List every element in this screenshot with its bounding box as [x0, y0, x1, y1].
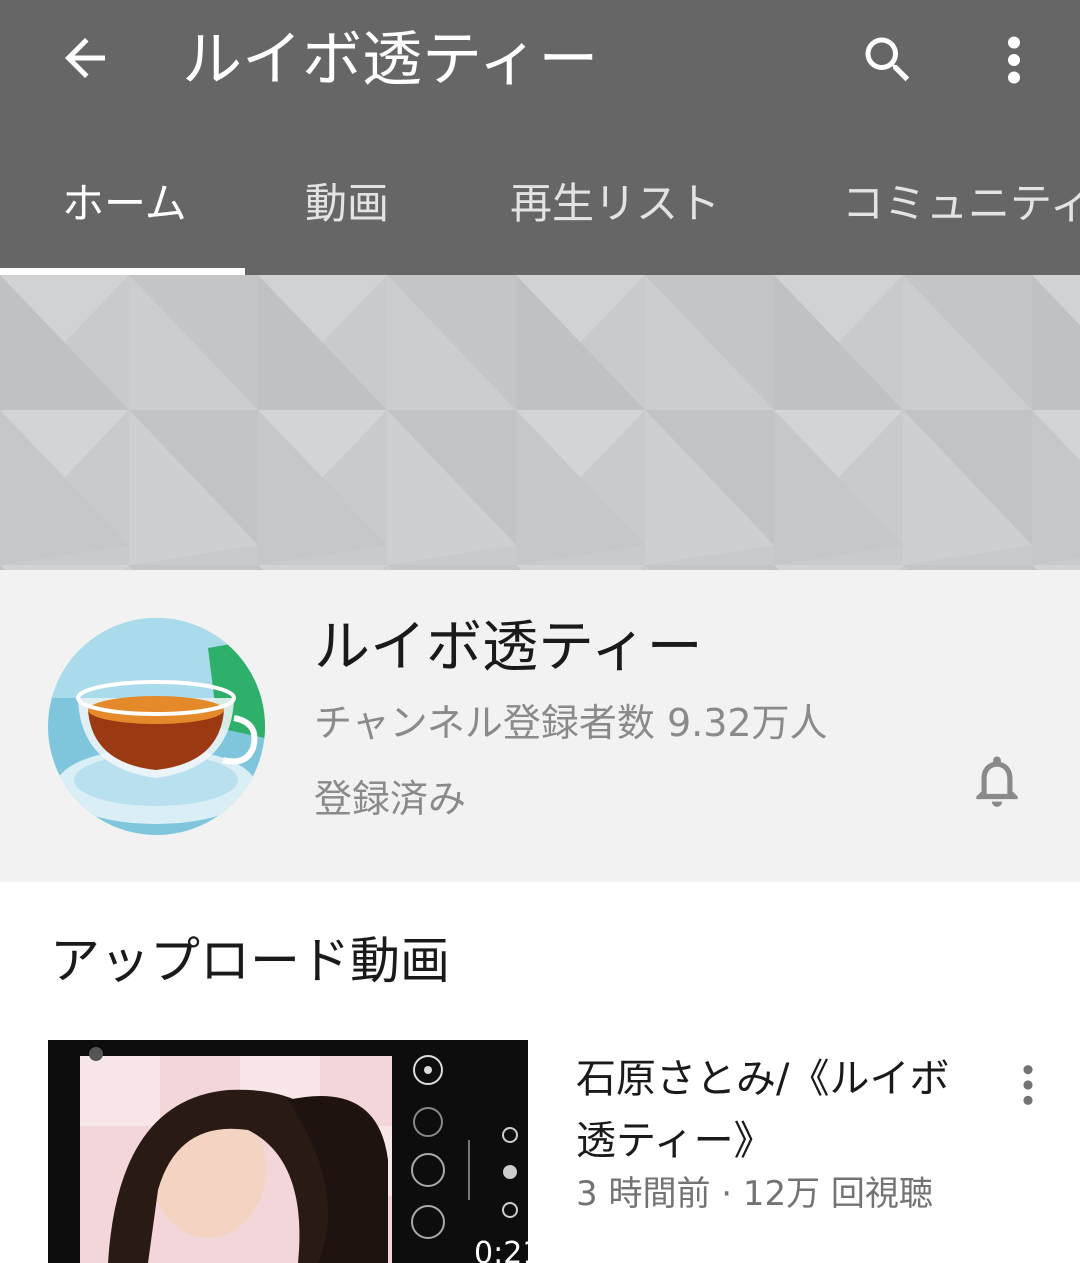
more-options-button[interactable]: [994, 30, 1034, 90]
banner-pattern: [0, 275, 1080, 570]
video-list-item[interactable]: 0:21 石原さとみ/《ルイボ透ティー》 3 時間前 · 12万 回視聴: [0, 1040, 1080, 1263]
more-vert-icon: [1008, 36, 1020, 84]
tab-videos[interactable]: 動画: [305, 174, 389, 234]
notification-bell-button[interactable]: [966, 748, 1028, 814]
tab-playlists[interactable]: 再生リスト: [510, 174, 720, 234]
channel-header: ルイボ透ティー チャンネル登録者数 9.32万人 登録済み: [0, 570, 1080, 882]
video-duration: 0:21: [474, 1236, 528, 1263]
video-title[interactable]: 石原さとみ/《ルイボ透ティー》: [576, 1048, 956, 1172]
search-icon: [865, 37, 910, 82]
app-bar: ルイボ透ティー ホーム 動画 再生リスト コミュニティ: [0, 0, 1080, 275]
tea-cup-avatar: [48, 618, 265, 835]
back-button[interactable]: [55, 28, 115, 88]
tab-community[interactable]: コミュニティ: [842, 174, 1080, 234]
search-button[interactable]: [858, 30, 918, 90]
channel-banner: [0, 275, 1080, 570]
subscribed-button[interactable]: 登録済み: [314, 772, 466, 826]
active-tab-indicator: [0, 268, 245, 275]
thumbnail-image: [48, 1040, 528, 1263]
video-thumbnail[interactable]: 0:21: [48, 1040, 528, 1263]
channel-avatar[interactable]: [48, 618, 265, 835]
channel-name: ルイボ透ティー: [314, 615, 703, 680]
bell-icon: [976, 756, 1018, 807]
tab-home[interactable]: ホーム: [62, 174, 187, 234]
subscriber-count: チャンネル登録者数 9.32万人: [314, 701, 828, 745]
video-more-button[interactable]: [1010, 1062, 1046, 1108]
channel-tabs: ホーム 動画 再生リスト コミュニティ: [0, 150, 1080, 275]
arrow-back-icon: [65, 38, 105, 78]
more-vert-icon: [1023, 1065, 1033, 1105]
channel-title: ルイボ透ティー: [182, 25, 599, 95]
video-meta: 3 時間前 · 12万 回視聴: [576, 1174, 933, 1214]
uploads-section-title: アップロード動画: [50, 932, 450, 990]
